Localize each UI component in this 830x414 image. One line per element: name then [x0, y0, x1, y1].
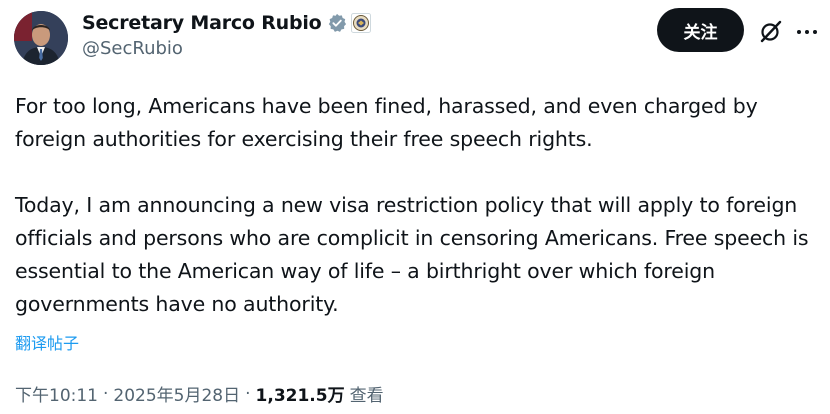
tweet-paragraph-1: For too long, Americans have been fined,… — [15, 94, 758, 151]
author-handle[interactable]: @SecRubio — [82, 38, 183, 59]
state-department-seal-icon[interactable] — [350, 13, 371, 33]
tweet-paragraph-2: Today, I am announcing a new visa restri… — [15, 193, 809, 316]
views-count: 1,321.5万 — [255, 386, 345, 406]
translate-post-link[interactable]: 翻译帖子 — [15, 330, 79, 354]
verified-badge-icon[interactable] — [327, 13, 347, 33]
meta-separator: · — [103, 383, 109, 404]
grok-icon[interactable] — [758, 18, 784, 44]
author-name[interactable]: Secretary Marco Rubio — [82, 12, 322, 34]
views-label: 查看 — [349, 386, 384, 406]
tweet-date[interactable]: 2025年5月28日 — [113, 381, 240, 406]
tweet-text: For too long, Americans have been fined,… — [15, 90, 823, 321]
author-name-row: Secretary Marco Rubio — [82, 10, 371, 36]
more-options-icon[interactable] — [795, 22, 819, 42]
follow-button[interactable]: 关注 — [657, 8, 744, 52]
avatar[interactable] — [14, 11, 68, 65]
tweet-meta: 下午10:11 · 2025年5月28日 · 1,321.5万 查看 — [15, 381, 384, 407]
tweet-time[interactable]: 下午10:11 — [15, 381, 98, 406]
meta-separator: · — [245, 383, 251, 404]
